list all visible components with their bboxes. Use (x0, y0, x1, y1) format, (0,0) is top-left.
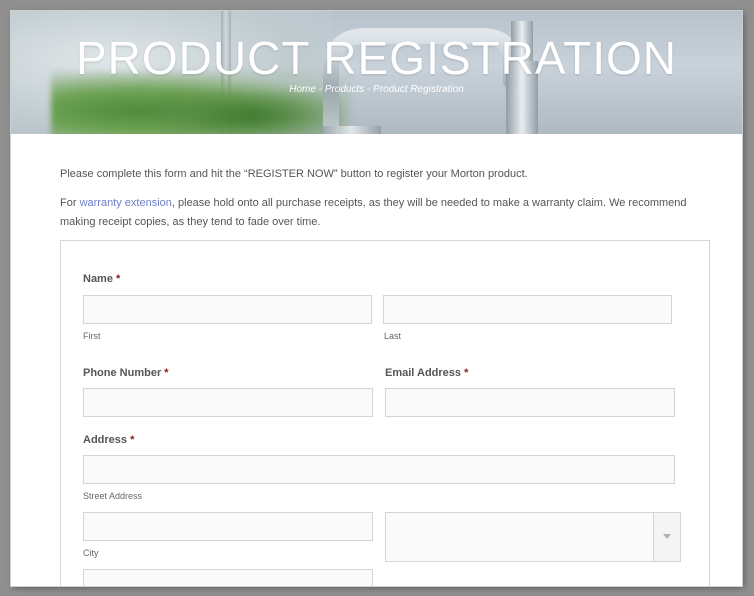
phone-input[interactable] (84, 389, 372, 416)
breadcrumb-home[interactable]: Home (289, 84, 316, 95)
city-sublabel: City (83, 548, 99, 558)
registration-form: Name * First Last Phone Number * Email A… (60, 240, 710, 586)
phone-field[interactable] (83, 388, 373, 417)
breadcrumb-separator: - (364, 84, 374, 95)
first-name-sublabel: First (83, 331, 101, 341)
required-marker: * (130, 434, 135, 446)
name-label-text: Name (83, 273, 113, 285)
email-field[interactable] (385, 388, 675, 417)
email-label-text: Email Address (385, 367, 462, 379)
address-label: Address * (83, 434, 134, 446)
page-title: PRODUCT REGISTRATION (76, 32, 677, 84)
city-field[interactable] (83, 512, 373, 541)
email-input[interactable] (386, 389, 674, 416)
state-select-toggle[interactable] (653, 513, 680, 561)
required-marker: * (464, 367, 469, 379)
last-name-sublabel: Last (384, 331, 402, 341)
street-address-input[interactable] (84, 456, 674, 483)
first-name-input[interactable] (84, 296, 371, 323)
first-name-field[interactable] (83, 295, 372, 324)
last-name-input[interactable] (384, 296, 671, 323)
phone-label: Phone Number * (83, 367, 169, 379)
name-label: Name * (83, 273, 120, 285)
city-input[interactable] (84, 513, 372, 540)
warranty-text-prefix: For (60, 197, 80, 209)
page: PRODUCT REGISTRATION Home - Products - P… (11, 11, 742, 586)
street-address-field[interactable] (83, 455, 675, 484)
email-label: Email Address * (385, 367, 468, 379)
breadcrumb-products[interactable]: Products (325, 84, 364, 95)
breadcrumb-separator: - (315, 84, 325, 95)
street-address-sublabel: Street Address (83, 491, 143, 501)
warranty-extension-link[interactable]: warranty extension (80, 197, 172, 209)
phone-label-text: Phone Number (83, 367, 162, 379)
state-select[interactable] (385, 512, 681, 562)
zip-field[interactable] (83, 569, 373, 586)
breadcrumb-current: Product Registration (373, 84, 464, 95)
last-name-field[interactable] (383, 295, 672, 324)
zip-input[interactable] (84, 570, 372, 586)
intro-text: Please complete this form and hit the “R… (60, 168, 528, 180)
address-label-text: Address (83, 434, 128, 446)
window-frame: PRODUCT REGISTRATION Home - Products - P… (0, 0, 754, 596)
breadcrumb: Home - Products - Product Registration (11, 84, 742, 95)
hero-banner: PRODUCT REGISTRATION Home - Products - P… (11, 11, 742, 134)
required-marker: * (116, 273, 121, 285)
warranty-text: For warranty extension, please hold onto… (60, 194, 700, 232)
required-marker: * (164, 367, 169, 379)
chevron-down-icon (663, 534, 671, 539)
